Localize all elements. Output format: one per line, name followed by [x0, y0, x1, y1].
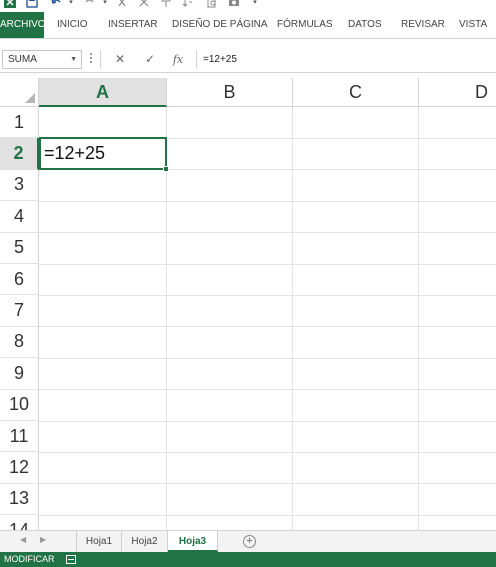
row-header-5[interactable]: 5 — [0, 232, 39, 264]
insert-function-button[interactable]: fx — [167, 50, 189, 69]
scroll-left-icon[interactable]: ◀ — [20, 535, 26, 544]
customize-qat-icon[interactable]: ▾ — [248, 0, 262, 10]
gridline — [39, 421, 496, 422]
row-header-3[interactable]: 3 — [0, 169, 39, 202]
format-painter-icon[interactable] — [160, 0, 174, 10]
redo-dropdown-icon[interactable]: ▾ — [98, 0, 112, 10]
delete-icon[interactable] — [138, 0, 152, 10]
gridline — [292, 107, 293, 530]
gridline — [39, 389, 496, 390]
enter-button[interactable]: ✓ — [139, 50, 161, 69]
row-header-13[interactable]: 13 — [0, 483, 39, 516]
select-all-button[interactable] — [0, 78, 39, 107]
undo-dropdown-icon[interactable]: ▾ — [64, 0, 78, 10]
cut-icon[interactable] — [116, 0, 130, 10]
grip-icon[interactable] — [89, 53, 93, 65]
sort-icon[interactable] — [182, 0, 196, 10]
status-mode: MODIFICAR — [4, 554, 55, 564]
save-icon[interactable] — [26, 0, 40, 10]
row-header-9[interactable]: 9 — [0, 358, 39, 390]
chevron-down-icon[interactable]: ▼ — [70, 51, 77, 68]
cancel-button[interactable]: ✕ — [109, 50, 131, 69]
column-header-c[interactable]: C — [293, 78, 419, 107]
fill-handle[interactable] — [163, 166, 169, 172]
tab-vista[interactable]: VISTA — [459, 12, 487, 38]
column-header-d[interactable]: D — [419, 78, 496, 107]
tab-inicio[interactable]: INICIO — [57, 12, 88, 38]
row-header-4[interactable]: 4 — [0, 201, 39, 233]
formula-input[interactable]: =12+25 — [196, 50, 496, 69]
row-header-14[interactable]: 14 — [0, 515, 39, 530]
row-header-6[interactable]: 6 — [0, 264, 39, 296]
gridline — [39, 201, 496, 202]
column-header-b[interactable]: B — [167, 78, 293, 107]
tab-diseno-de-pagina[interactable]: DISEÑO DE PÁGINA — [172, 12, 268, 38]
status-bar: MODIFICAR — [0, 552, 496, 567]
tab-revisar[interactable]: REVISAR — [401, 12, 445, 38]
gridline — [39, 515, 496, 516]
formula-bar: SUMA ▼ ✕ ✓ fx =12+25 — [0, 46, 496, 73]
gridline — [39, 358, 496, 359]
sheet-tab-hoja1[interactable]: Hoja1 — [76, 531, 122, 552]
formula-bar-divider — [100, 50, 101, 69]
select-all-icon — [25, 93, 35, 103]
row-header-11[interactable]: 11 — [0, 421, 39, 453]
row-header-8[interactable]: 8 — [0, 326, 39, 359]
scroll-right-icon[interactable]: ▶ — [40, 535, 46, 544]
row-header-12[interactable]: 12 — [0, 452, 39, 484]
ribbon-collapsed-band — [0, 39, 496, 46]
gridline — [39, 326, 496, 327]
macro-record-icon[interactable] — [66, 555, 76, 564]
gridline — [418, 107, 419, 530]
column-header-a[interactable]: A — [39, 78, 167, 107]
gridline — [39, 264, 496, 265]
tab-datos[interactable]: DATOS — [348, 12, 382, 38]
gridline — [39, 483, 496, 484]
row-header-2[interactable]: 2 — [0, 138, 39, 170]
active-cell-a2[interactable] — [39, 137, 169, 172]
sheet-tab-hoja2[interactable]: Hoja2 — [122, 531, 168, 552]
row-header-1[interactable]: 1 — [0, 107, 39, 139]
undo-icon[interactable] — [50, 0, 64, 10]
row-header-10[interactable]: 10 — [0, 389, 39, 421]
gridline — [39, 232, 496, 233]
tab-insertar[interactable]: INSERTAR — [108, 12, 158, 38]
gridline — [39, 295, 496, 296]
row-header-7[interactable]: 7 — [0, 295, 39, 327]
worksheet-grid[interactable]: A B C D 1 2 3 4 5 6 7 8 9 10 11 12 13 14… — [0, 78, 496, 530]
name-box[interactable]: SUMA ▼ — [2, 50, 82, 69]
add-sheet-button[interactable]: + — [243, 535, 256, 548]
camera-icon[interactable] — [228, 0, 242, 10]
redo-icon[interactable] — [84, 0, 98, 10]
gridline — [39, 452, 496, 453]
sheet-tab-bar: ◀ ▶ Hoja1 Hoja2 Hoja3 + — [0, 530, 496, 552]
tab-formulas[interactable]: FÓRMULAS — [277, 12, 333, 38]
tab-archivo[interactable]: ARCHIVO — [0, 12, 46, 38]
quick-access-toolbar: ▾ ▾ ▾ — [0, 0, 496, 12]
sheet-tab-hoja3[interactable]: Hoja3 — [168, 531, 218, 552]
name-box-value: SUMA — [8, 54, 37, 65]
ribbon-tabs: ARCHIVO INICIO INSERTAR DISEÑO DE PÁGINA… — [0, 12, 496, 38]
excel-logo-icon — [4, 0, 18, 10]
print-preview-icon[interactable] — [206, 0, 220, 10]
